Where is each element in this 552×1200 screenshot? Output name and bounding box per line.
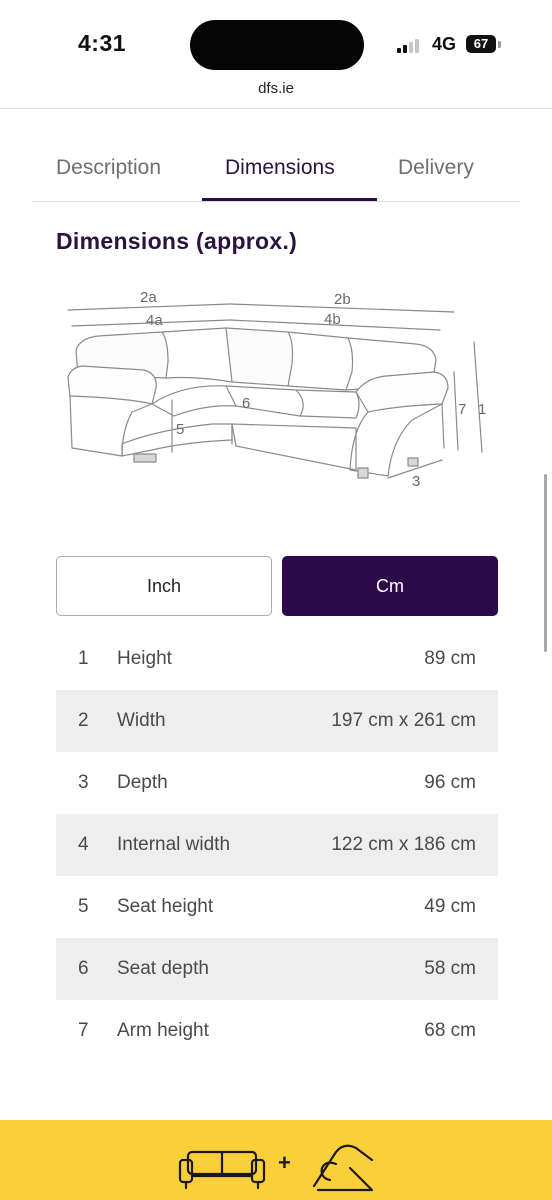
table-row: 1 Height 89 cm (56, 628, 498, 690)
rug-icon (312, 1144, 374, 1192)
battery-nub (498, 41, 501, 48)
table-row: 4 Internal width 122 cm x 186 cm (56, 814, 498, 876)
sofa-icon (178, 1150, 266, 1190)
row-label: Seat height (117, 896, 214, 917)
row-label: Seat depth (117, 958, 209, 979)
row-number: 4 (78, 834, 89, 855)
table-row: 7 Arm height 68 cm (56, 1000, 498, 1062)
row-number: 7 (78, 1020, 89, 1041)
table-row: 5 Seat height 49 cm (56, 876, 498, 938)
row-value: 68 cm (424, 1020, 476, 1041)
unit-toggle: Inch Cm (56, 556, 498, 616)
url-bar[interactable]: dfs.ie (0, 80, 552, 97)
row-number: 6 (78, 958, 89, 979)
tab-description[interactable]: Description (56, 156, 161, 180)
promo-banner[interactable]: + (0, 1120, 552, 1200)
label-3: 3 (412, 473, 420, 490)
row-value: 58 cm (424, 958, 476, 979)
product-tabs: Description Dimensions Delivery (32, 148, 520, 202)
row-value: 122 cm x 186 cm (331, 834, 476, 855)
status-bar: 4:31 4G 67 (0, 0, 552, 80)
tab-dimensions[interactable]: Dimensions (225, 156, 335, 180)
label-6: 6 (242, 395, 250, 412)
label-5: 5 (176, 421, 184, 438)
label-1: 1 (478, 401, 486, 418)
row-label: Width (117, 710, 166, 731)
row-number: 5 (78, 896, 89, 917)
label-2a: 2a (140, 289, 157, 306)
page-scrollbar[interactable] (544, 474, 547, 652)
row-value: 49 cm (424, 896, 476, 917)
network-type: 4G (432, 34, 457, 54)
label-2b: 2b (334, 291, 351, 308)
sofa-dimensions-diagram: 2a 2b 4a 4b 7 1 3 5 6 (67, 289, 486, 490)
signal-icon (397, 37, 423, 53)
table-row: 2 Width 197 cm x 261 cm (56, 690, 498, 752)
row-label: Height (117, 648, 172, 669)
row-value: 89 cm (424, 648, 476, 669)
label-4b: 4b (324, 311, 341, 328)
cm-button[interactable]: Cm (282, 556, 498, 616)
row-label: Internal width (117, 834, 231, 855)
active-tab-indicator (202, 198, 377, 201)
row-number: 1 (78, 648, 89, 669)
table-row: 6 Seat depth 58 cm (56, 938, 498, 1000)
table-row: 3 Depth 96 cm (56, 752, 498, 814)
section-title: Dimensions (approx.) (56, 228, 298, 254)
inch-button[interactable]: Inch (56, 556, 272, 616)
promo-plus: + (278, 1150, 291, 1175)
label-4a: 4a (146, 312, 163, 329)
row-label: Depth (117, 772, 168, 793)
dimensions-table: 1 Height 89 cm 2 Width 197 cm x 261 cm 3… (56, 628, 498, 1062)
row-label: Arm height (117, 1020, 209, 1041)
row-number: 2 (78, 710, 89, 731)
url-divider (0, 108, 552, 109)
row-number: 3 (78, 772, 89, 793)
dynamic-island (190, 20, 364, 70)
tab-delivery[interactable]: Delivery (398, 156, 474, 180)
battery-icon: 67 (466, 35, 496, 53)
promo-graphic: + (178, 1144, 374, 1192)
row-value: 197 cm x 261 cm (331, 710, 476, 731)
label-7: 7 (458, 401, 466, 418)
status-time: 4:31 (78, 30, 127, 56)
row-value: 96 cm (424, 772, 476, 793)
